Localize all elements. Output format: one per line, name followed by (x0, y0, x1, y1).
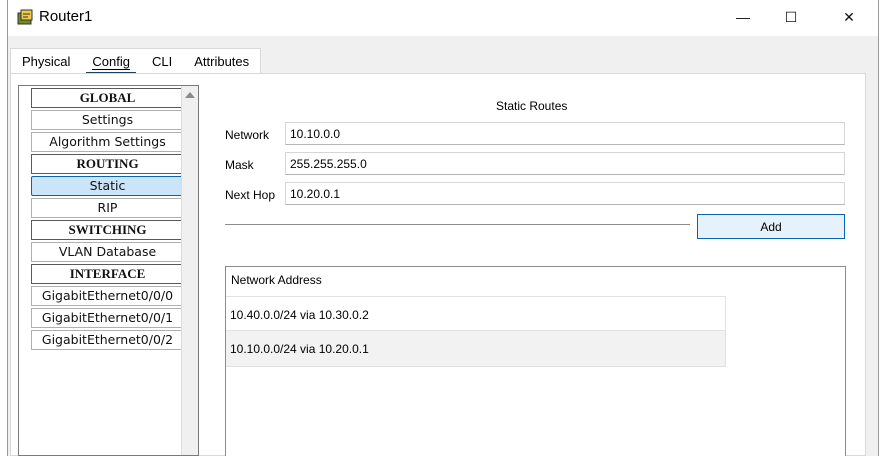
next-hop-input[interactable] (285, 182, 845, 205)
sidebar-item-gigabitethernet0-0-0[interactable]: GigabitEthernet0/0/0 (31, 286, 184, 306)
minimize-button[interactable]: — (720, 0, 766, 34)
tab-label: Attributes (194, 54, 250, 69)
sidebar-item-gigabitethernet0-0-2[interactable]: GigabitEthernet0/0/2 (31, 330, 184, 350)
tab-config[interactable]: Config (81, 49, 141, 75)
separator-line (225, 224, 690, 225)
config-sidebar: GLOBAL Settings Algorithm Settings ROUTI… (18, 85, 199, 456)
tab-label: Config (92, 54, 130, 70)
network-input[interactable] (285, 122, 845, 145)
add-route-button[interactable]: Add (697, 214, 845, 239)
sidebar-item-vlan-database[interactable]: VLAN Database (31, 242, 184, 262)
next-hop-label: Next Hop (225, 188, 276, 202)
sidebar-item-static[interactable]: Static (31, 176, 184, 196)
sidebar-scrollbar[interactable] (181, 86, 198, 455)
sidebar-item-settings[interactable]: Settings (31, 110, 184, 130)
router-app-icon (17, 9, 35, 27)
window-title: Router1 (39, 8, 93, 25)
list-header-network-address: Network Address (231, 273, 322, 287)
mask-label: Mask (225, 158, 254, 172)
list-item[interactable]: 10.10.0.0/24 via 10.20.0.1 (226, 330, 726, 367)
sidebar-header-routing[interactable]: ROUTING (31, 154, 184, 174)
sidebar-header-interface[interactable]: INTERFACE (31, 264, 184, 284)
sidebar-item-rip[interactable]: RIP (31, 198, 184, 218)
background-app-right-edge (878, 0, 886, 456)
static-routes-title: Static Routes (496, 99, 568, 113)
tab-cli[interactable]: CLI (141, 49, 183, 75)
static-routes-list[interactable]: Network Address 10.40.0.0/24 via 10.30.0… (225, 266, 846, 456)
close-button[interactable]: ✕ (826, 0, 872, 34)
tab-label: CLI (152, 54, 173, 69)
tab-label: Physical (22, 54, 71, 69)
network-label: Network (225, 128, 270, 142)
tab-attributes[interactable]: Attributes (183, 49, 260, 75)
scroll-up-arrow-icon[interactable] (185, 92, 195, 98)
tab-strip: Physical Config CLI Attributes (10, 48, 262, 75)
tab-physical[interactable]: Physical (11, 49, 81, 75)
mask-input[interactable] (285, 152, 845, 175)
sidebar-item-gigabitethernet0-0-1[interactable]: GigabitEthernet0/0/1 (31, 308, 184, 328)
sidebar-header-global[interactable]: GLOBAL (31, 88, 184, 108)
sidebar-item-algorithm-settings[interactable]: Algorithm Settings (31, 132, 184, 152)
sidebar-header-switching[interactable]: SWITCHING (31, 220, 184, 240)
title-bar[interactable]: Router1 — ☐ ✕ (8, 0, 878, 36)
list-item[interactable]: 10.40.0.0/24 via 10.30.0.2 (226, 296, 726, 333)
maximize-button[interactable]: ☐ (768, 0, 814, 34)
